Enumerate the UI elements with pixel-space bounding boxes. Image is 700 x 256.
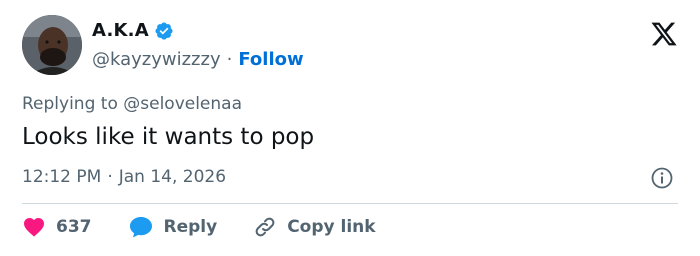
author-handle-row: @kayzywizzzy · Follow bbox=[92, 49, 304, 70]
like-count: 637 bbox=[56, 217, 92, 237]
tweet-text: Looks like it wants to pop bbox=[22, 124, 315, 150]
action-bar: 637 Reply Copy link bbox=[22, 215, 412, 239]
avatar-image bbox=[22, 15, 82, 75]
separator-dot: · bbox=[226, 49, 233, 70]
reply-label: Reply bbox=[163, 217, 218, 237]
avatar[interactable] bbox=[22, 15, 82, 75]
speech-bubble-icon bbox=[129, 217, 152, 238]
tweet-timestamp[interactable]: 12:12 PM · Jan 14, 2026 bbox=[22, 167, 226, 187]
verified-badge-icon bbox=[155, 21, 173, 40]
reply-context-mention[interactable]: @selovelenaa bbox=[123, 94, 242, 114]
separator-dot: · bbox=[107, 167, 113, 187]
reply-button[interactable]: Reply bbox=[128, 215, 218, 239]
info-icon[interactable] bbox=[650, 166, 674, 190]
divider bbox=[22, 203, 678, 204]
tweet-time: 12:12 PM bbox=[22, 167, 102, 187]
copy-link-label: Copy link bbox=[287, 217, 376, 237]
author-handle[interactable]: @kayzywizzzy bbox=[92, 49, 221, 70]
heart-icon bbox=[24, 218, 44, 237]
reply-context-prefix: Replying to bbox=[22, 94, 118, 114]
link-icon bbox=[255, 217, 275, 237]
author-name-row: A.K.A bbox=[92, 20, 174, 41]
follow-button[interactable]: Follow bbox=[238, 49, 303, 70]
copy-link-button[interactable]: Copy link bbox=[253, 215, 376, 239]
author-display-name[interactable]: A.K.A bbox=[92, 20, 149, 41]
like-button[interactable]: 637 bbox=[22, 215, 92, 239]
reply-context: Replying to @selovelenaa bbox=[22, 94, 242, 114]
tweet-date: Jan 14, 2026 bbox=[118, 167, 227, 187]
x-logo-icon[interactable] bbox=[650, 20, 678, 48]
